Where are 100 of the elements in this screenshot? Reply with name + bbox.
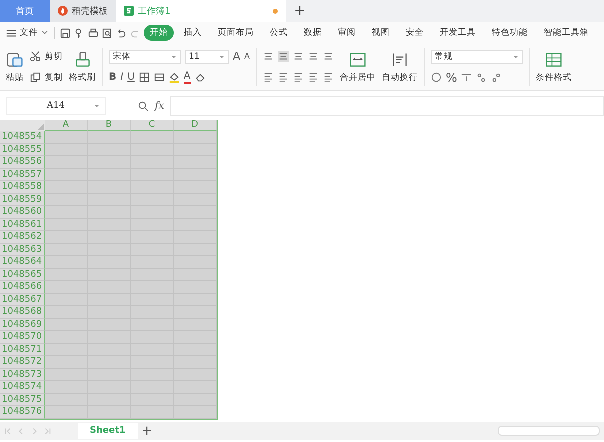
bold-button[interactable]: B	[109, 72, 117, 83]
font-color-button[interactable]: A	[184, 72, 191, 84]
conditional-format-button[interactable]: 条件格式	[536, 72, 572, 84]
print-preview-icon[interactable]	[102, 28, 113, 38]
align-right-icon[interactable]	[293, 72, 304, 83]
ribbon-tab[interactable]: 智能工具箱	[538, 25, 595, 41]
table-cell[interactable]	[45, 168, 88, 181]
ribbon-tab[interactable]: 审阅	[332, 25, 362, 41]
first-sheet-icon[interactable]	[4, 426, 13, 436]
table-cell[interactable]	[174, 281, 217, 294]
table-cell[interactable]	[174, 394, 217, 406]
menu-icon[interactable]	[6, 28, 17, 38]
table-cell[interactable]	[174, 256, 217, 268]
justify-icon[interactable]	[308, 72, 320, 83]
borders-icon[interactable]	[138, 72, 150, 83]
add-sheet-button[interactable]: +	[142, 424, 153, 438]
align-middle-icon[interactable]	[278, 51, 290, 62]
table-cell[interactable]	[45, 144, 88, 156]
table-cell[interactable]	[174, 181, 217, 194]
table-cell[interactable]	[174, 244, 217, 256]
decrease-font-button[interactable]: A	[244, 52, 250, 61]
table-cell[interactable]	[174, 368, 217, 381]
table-cell[interactable]	[174, 268, 217, 281]
horizontal-scrollbar[interactable]	[498, 426, 600, 436]
table-cell[interactable]	[45, 331, 88, 344]
file-menu[interactable]: 文件	[20, 27, 38, 39]
name-box[interactable]: A14	[6, 97, 106, 115]
align-center-icon[interactable]	[278, 72, 290, 83]
undo-icon[interactable]	[116, 28, 127, 38]
table-cell[interactable]	[174, 294, 217, 306]
table-cell[interactable]	[174, 218, 217, 231]
save-icon[interactable]	[60, 28, 71, 38]
ribbon-tab[interactable]: 特色功能	[486, 25, 534, 41]
table-cell[interactable]	[45, 344, 88, 356]
table-cell[interactable]	[174, 356, 217, 368]
table-cell[interactable]	[174, 231, 217, 244]
table-cell[interactable]	[45, 281, 88, 294]
table-cell[interactable]	[174, 381, 217, 394]
table-cell[interactable]	[174, 306, 217, 318]
wrap-text-button[interactable]: 自动换行	[382, 72, 418, 84]
ribbon-tab[interactable]: 数据	[298, 25, 328, 41]
merge-center-button[interactable]: 合并居中	[340, 72, 376, 84]
caret-icon[interactable]	[171, 54, 177, 60]
zoom-icon[interactable]	[138, 100, 149, 112]
increase-font-button[interactable]: A	[233, 50, 241, 63]
paste-button[interactable]: 粘贴	[6, 72, 24, 84]
italic-button[interactable]: I	[120, 72, 124, 83]
table-cell[interactable]	[174, 206, 217, 218]
table-cell[interactable]	[174, 131, 217, 144]
table-cell[interactable]	[174, 331, 217, 344]
chevron-down-icon[interactable]	[41, 29, 49, 37]
copy-icon[interactable]	[30, 72, 41, 83]
table-cell[interactable]	[174, 156, 217, 168]
cut-button[interactable]: 剪切	[45, 50, 63, 62]
table-cell[interactable]	[174, 194, 217, 206]
print-icon[interactable]	[88, 28, 99, 38]
fill-color-icon[interactable]	[168, 72, 180, 83]
table-cell[interactable]	[45, 356, 88, 368]
ribbon-tab[interactable]: 公式	[264, 25, 294, 41]
last-sheet-icon[interactable]	[43, 426, 52, 436]
table-cell[interactable]	[174, 168, 217, 181]
align-bottom-icon[interactable]	[293, 51, 304, 62]
table-cell[interactable]	[45, 156, 88, 168]
table-cell[interactable]	[131, 131, 174, 144]
table-cell[interactable]	[45, 268, 88, 281]
table-cell[interactable]	[45, 318, 88, 331]
font-size-dropdown[interactable]: 11	[185, 50, 229, 64]
table-cell[interactable]	[45, 206, 88, 218]
copy-button[interactable]: 复制	[45, 72, 63, 84]
caret-icon[interactable]	[94, 103, 100, 109]
underline-button[interactable]: U	[128, 72, 135, 83]
ribbon-tab[interactable]: 视图	[366, 25, 396, 41]
align-left-icon[interactable]	[263, 72, 274, 83]
wrap-text-icon[interactable]	[391, 50, 410, 68]
table-grid-icon[interactable]	[545, 50, 564, 68]
table-cell[interactable]	[88, 406, 131, 418]
new-tab-button[interactable]: +	[286, 0, 314, 22]
function-label[interactable]: fx	[155, 100, 164, 112]
increase-indent-icon[interactable]	[323, 51, 334, 62]
percent-button[interactable]: %	[446, 70, 458, 84]
table-cell[interactable]	[174, 318, 217, 331]
table-cell[interactable]	[45, 231, 88, 244]
table-cell[interactable]	[45, 194, 88, 206]
cell-style-icon[interactable]	[154, 72, 165, 83]
table-cell[interactable]	[88, 131, 131, 144]
caret-icon[interactable]	[513, 54, 520, 60]
ribbon-tab[interactable]: 页面布局	[212, 25, 260, 41]
paintbrush-icon[interactable]	[74, 50, 92, 68]
table-cell[interactable]	[45, 306, 88, 318]
table-cell[interactable]	[45, 394, 88, 406]
table-cell[interactable]	[174, 406, 217, 418]
distributed-icon[interactable]	[323, 72, 334, 83]
ribbon-tab[interactable]: 开发工具	[434, 25, 482, 41]
caret-icon[interactable]	[219, 54, 225, 60]
number-format-dropdown[interactable]: 常规	[431, 50, 524, 64]
table-cell[interactable]	[45, 256, 88, 268]
document-tab[interactable]: 稻壳模板	[50, 0, 116, 22]
table-cell[interactable]	[174, 144, 217, 156]
merge-cells-icon[interactable]	[349, 50, 368, 68]
ribbon-tab[interactable]: 安全	[400, 25, 430, 41]
